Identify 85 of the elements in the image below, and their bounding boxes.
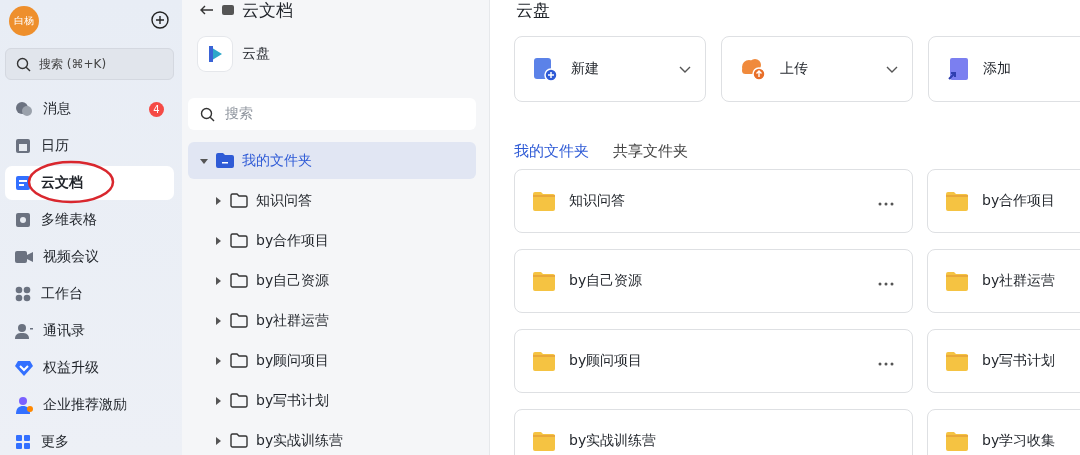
caret-right-icon[interactable] xyxy=(214,196,222,205)
folder-icon xyxy=(230,353,248,368)
nav-item[interactable]: 多维表格 xyxy=(5,203,174,237)
folder-tree-item[interactable]: by实战训练营 xyxy=(188,422,476,455)
more-icon xyxy=(15,434,31,450)
caret-right-icon[interactable] xyxy=(214,436,222,445)
calendar-icon xyxy=(15,138,31,154)
back-arrow-icon[interactable] xyxy=(200,5,214,15)
folder-icon xyxy=(230,193,248,208)
nav-item[interactable]: 企业推荐激励 xyxy=(5,388,174,422)
folder-tree-item[interactable]: by顾问项目 xyxy=(188,342,476,379)
folder-icon xyxy=(230,233,248,248)
action-button[interactable]: 上传 xyxy=(721,36,913,102)
count-badge: 4 xyxy=(149,101,164,117)
folder-icon xyxy=(216,153,234,168)
caret-right-icon[interactable] xyxy=(214,356,222,365)
caret-down-icon[interactable] xyxy=(200,156,208,165)
chevron-down-icon xyxy=(886,66,898,74)
folder-card[interactable]: by顾问项目 xyxy=(514,329,913,393)
nav-item[interactable]: 工作台 xyxy=(5,277,174,311)
tab[interactable]: 我的文件夹 xyxy=(514,141,589,161)
more-options-icon[interactable] xyxy=(878,362,894,366)
folder-card[interactable]: by合作项目 xyxy=(927,169,1080,233)
video-icon xyxy=(15,250,33,264)
folder-icon xyxy=(533,351,555,371)
folder-icon xyxy=(946,191,968,211)
shortcut-file-icon xyxy=(947,57,969,81)
chat-icon xyxy=(15,101,33,117)
folder-icon xyxy=(946,351,968,371)
folder-tree-item[interactable]: by自己资源 xyxy=(188,262,476,299)
folder-tree-item[interactable]: by社群运营 xyxy=(188,302,476,339)
folder-icon xyxy=(533,431,555,451)
folder-card[interactable]: by学习收集 xyxy=(927,409,1080,455)
folder-icon xyxy=(946,271,968,291)
more-options-icon[interactable] xyxy=(878,282,894,286)
nav-item[interactable]: 日历 xyxy=(5,129,174,163)
action-button[interactable]: 新建 xyxy=(514,36,706,102)
panel-title: 云文档 xyxy=(242,0,293,22)
caret-right-icon[interactable] xyxy=(214,316,222,325)
search-icon xyxy=(16,56,31,72)
tab[interactable]: 共享文件夹 xyxy=(613,141,688,161)
folder-tree-item[interactable]: 我的文件夹 xyxy=(188,142,476,179)
folder-tree-item[interactable]: 知识问答 xyxy=(188,182,476,219)
page-title: 云盘 xyxy=(515,0,551,20)
nav-item[interactable]: 视频会议 xyxy=(5,240,174,274)
folder-card[interactable]: by社群运营 xyxy=(927,249,1080,313)
person-icon xyxy=(15,396,33,414)
more-options-icon[interactable] xyxy=(878,202,894,206)
user-avatar: 白杨 xyxy=(9,6,39,36)
folder-icon xyxy=(230,273,248,288)
nav-item[interactable]: 云文档 xyxy=(5,166,174,200)
nav-item[interactable]: 权益升级 xyxy=(5,351,174,385)
apps-icon xyxy=(15,286,31,302)
search-field[interactable]: 搜索 (⌘+K) xyxy=(5,48,174,80)
nav-item[interactable]: 消息 4 xyxy=(5,92,174,126)
folder-tree-item[interactable]: by写书计划 xyxy=(188,382,476,419)
add-icon[interactable] xyxy=(151,10,169,29)
folder-icon xyxy=(230,433,248,448)
nav-item[interactable]: 通讯录 xyxy=(5,314,174,348)
new-document-icon xyxy=(533,57,557,81)
search-icon xyxy=(200,106,215,122)
nav-item[interactable]: 更多 xyxy=(5,425,174,455)
folder-icon xyxy=(533,191,555,211)
folder-icon xyxy=(230,313,248,328)
caret-right-icon[interactable] xyxy=(214,396,222,405)
folder-tree-item[interactable]: by合作项目 xyxy=(188,222,476,259)
folder-icon xyxy=(533,271,555,291)
action-button[interactable]: 添加 xyxy=(928,36,1080,102)
table-icon xyxy=(15,212,31,228)
folder-card[interactable]: by实战训练营 xyxy=(514,409,913,455)
folder-icon xyxy=(946,431,968,451)
document-icon xyxy=(15,175,31,191)
folder-card[interactable]: 知识问答 xyxy=(514,169,913,233)
grid-icon[interactable] xyxy=(222,5,234,15)
caret-right-icon[interactable] xyxy=(214,236,222,245)
cloud-upload-icon xyxy=(740,57,766,81)
folder-icon xyxy=(230,393,248,408)
caret-right-icon[interactable] xyxy=(214,276,222,285)
drive-name: 云盘 xyxy=(242,45,270,63)
drive-logo-icon xyxy=(198,37,232,71)
folder-card[interactable]: by自己资源 xyxy=(514,249,913,313)
diamond-icon xyxy=(15,360,33,376)
folder-card[interactable]: by写书计划 xyxy=(927,329,1080,393)
chevron-down-icon xyxy=(679,66,691,74)
contacts-icon xyxy=(15,323,33,339)
